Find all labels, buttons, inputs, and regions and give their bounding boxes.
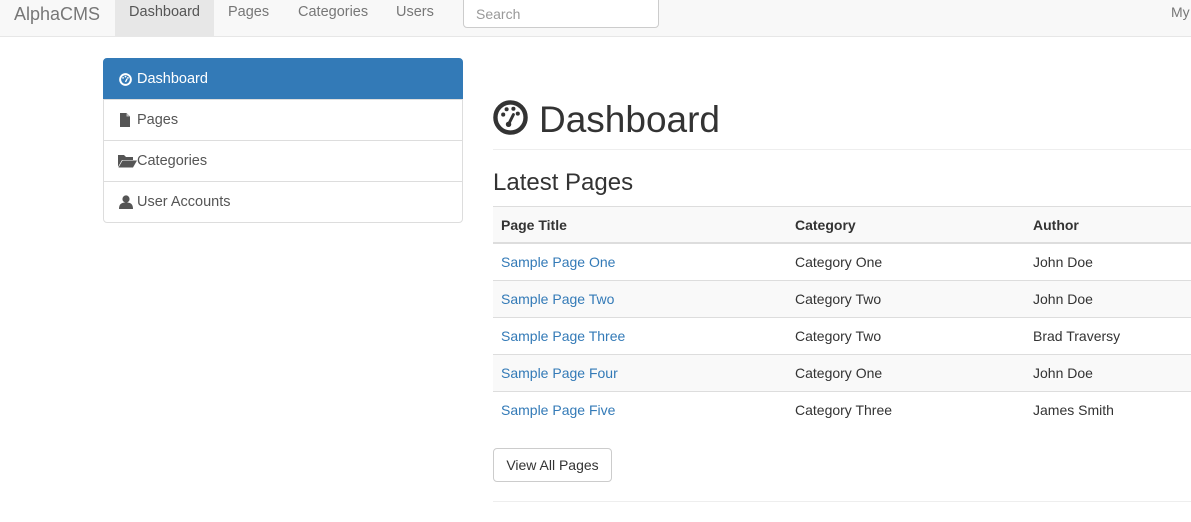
category-cell: Category Three — [795, 402, 893, 418]
column-header-page-title: Page Title — [501, 217, 567, 233]
table-row: Sample Page Three Category Two Brad Trav… — [493, 317, 1191, 354]
nav-account-dropdown[interactable]: My — [1171, 0, 1190, 25]
page-title-link[interactable]: Sample Page Two — [501, 281, 614, 317]
dashboard-icon — [493, 100, 528, 135]
category-cell: Category Two — [795, 328, 882, 344]
sidebar-item-dashboard[interactable]: Dashboard — [103, 58, 463, 100]
nav-dashboard[interactable]: Dashboard — [115, 0, 214, 37]
folder-open-icon — [118, 141, 137, 181]
page-title-link[interactable]: Sample Page Five — [501, 392, 615, 428]
latest-pages-heading: Latest Pages — [493, 169, 634, 196]
author-cell: John Doe — [1033, 365, 1093, 381]
page-title-link[interactable]: Sample Page Three — [501, 318, 625, 354]
nav-pages[interactable]: Pages — [228, 0, 269, 37]
brand-logo[interactable]: AlphaCMS — [14, 4, 100, 25]
page-title: Dashboard — [539, 99, 721, 140]
author-cell: John Doe — [1033, 254, 1093, 270]
user-icon — [119, 182, 133, 222]
divider — [493, 149, 1191, 150]
table-header-row: Page Title Category Author — [493, 206, 1191, 243]
sidebar-item-categories-label: Categories — [137, 153, 208, 169]
author-cell: John Doe — [1033, 291, 1093, 307]
nav-categories-label: Categories — [298, 4, 369, 20]
table-row: Sample Page Five Category Three James Sm… — [493, 391, 1191, 428]
category-cell: Category One — [795, 254, 883, 270]
sidebar-item-user-accounts[interactable]: User Accounts — [103, 181, 463, 223]
file-icon — [119, 100, 131, 140]
column-header-author: Author — [1033, 217, 1079, 233]
divider — [493, 501, 1191, 502]
author-cell: James Smith — [1033, 402, 1114, 418]
nav-dashboard-label: Dashboard — [129, 4, 200, 20]
page-title-link[interactable]: Sample Page One — [501, 244, 615, 280]
nav-users-label: Users — [396, 4, 434, 20]
page-title-link[interactable]: Sample Page Four — [501, 355, 618, 391]
view-all-pages-button[interactable]: View All Pages — [493, 448, 612, 482]
sidebar-item-categories[interactable]: Categories — [103, 140, 463, 182]
sidebar-item-user-accounts-label: User Accounts — [137, 194, 231, 210]
nav-pages-label: Pages — [228, 4, 270, 20]
author-cell: Brad Traversy — [1033, 328, 1121, 344]
table-row: Sample Page Two Category Two John Doe — [493, 280, 1191, 317]
nav-users[interactable]: Users — [396, 0, 434, 37]
sidebar-item-dashboard-label: Dashboard — [137, 71, 208, 87]
top-navbar: AlphaCMS Dashboard Pages Categories User… — [0, 0, 1191, 37]
dashboard-icon — [119, 59, 132, 99]
sidebar-item-pages[interactable]: Pages — [103, 99, 463, 141]
sidebar-item-pages-label: Pages — [137, 112, 179, 128]
nav-categories[interactable]: Categories — [298, 0, 368, 37]
category-cell: Category One — [795, 365, 883, 381]
table-row: Sample Page Four Category One John Doe — [493, 354, 1191, 391]
table-row: Sample Page One Category One John Doe — [493, 243, 1191, 280]
column-header-category: Category — [795, 217, 856, 233]
category-cell: Category Two — [795, 291, 882, 307]
search-input[interactable] — [463, 0, 659, 28]
